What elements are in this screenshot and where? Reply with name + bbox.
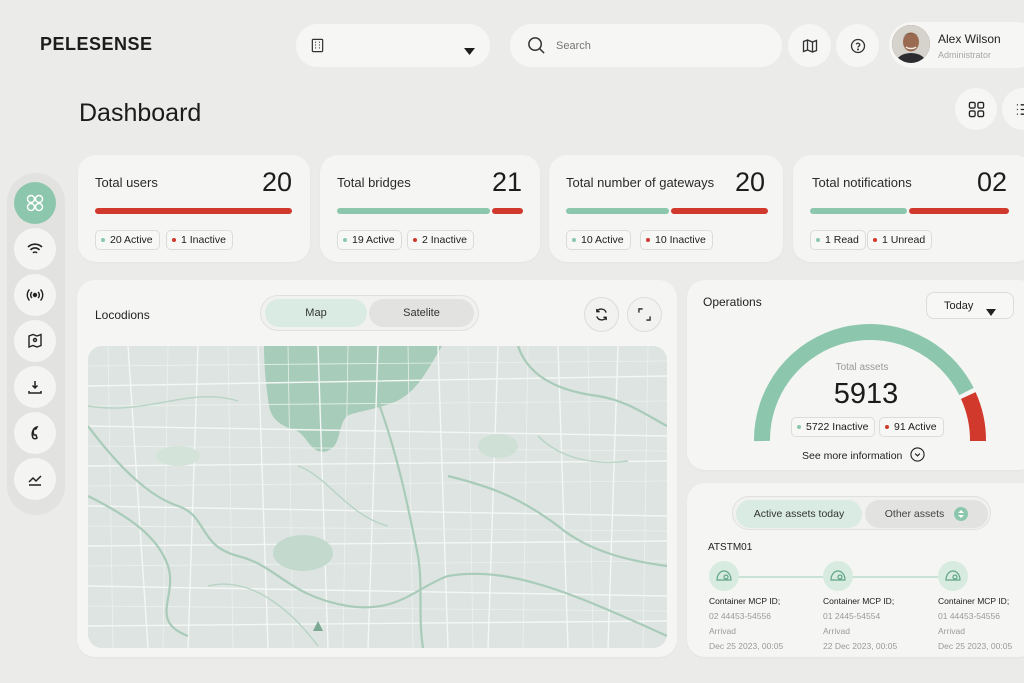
stat-value: 20 xyxy=(734,167,765,197)
progress-inactive xyxy=(671,208,768,214)
inactive-assets-badge: 5722 Inactive xyxy=(791,417,876,437)
stat-title: Total notifications xyxy=(812,175,912,190)
sidebar-item-dashboard[interactable] xyxy=(14,182,56,224)
chevron-down-icon xyxy=(464,42,475,60)
period-value: Today xyxy=(944,300,974,312)
inactive-badge: 10 Inactive xyxy=(640,230,713,250)
app-logo: PELESENSE xyxy=(40,34,153,54)
tab-active-assets[interactable]: Active assets today xyxy=(736,500,862,528)
grid-view-icon xyxy=(968,101,984,117)
inactive-badge: 1 Inactive xyxy=(166,230,233,250)
help-icon xyxy=(850,38,865,53)
locations-title: Locodions xyxy=(95,308,150,322)
user-name: Alex Wilson xyxy=(938,32,1001,46)
wifi-icon xyxy=(27,243,43,254)
tab-satellite[interactable]: Satelite xyxy=(369,299,474,327)
active-badge: 10 Active xyxy=(566,230,631,250)
tab-map[interactable]: Map xyxy=(265,299,367,327)
stat-value: 02 xyxy=(976,167,1007,197)
sidebar-item-phone[interactable] xyxy=(14,412,56,454)
progress-active xyxy=(810,208,907,214)
expand-icon xyxy=(638,308,651,321)
asset-id: ATSTM01 xyxy=(708,542,753,553)
list-view-button[interactable] xyxy=(1002,88,1024,130)
stat-value: 21 xyxy=(491,167,522,197)
inactive-badge: 2 Inactive xyxy=(407,230,474,250)
timeline-node-1[interactable] xyxy=(709,561,739,591)
read-badge: 1 Read xyxy=(810,230,866,250)
download-icon xyxy=(28,381,42,394)
progress-inactive xyxy=(909,208,1009,214)
sidebar-item-wifi[interactable] xyxy=(14,228,56,270)
map-area[interactable] xyxy=(88,346,667,648)
sidebar xyxy=(7,173,65,515)
timeline-item-1: Container MCP ID; 02 44453-54556 Arrivad… xyxy=(709,596,784,651)
user-role: Administrator xyxy=(938,50,992,60)
assets-tabs: Active assets today Other assets xyxy=(732,496,991,530)
search-icon xyxy=(527,36,546,60)
active-assets-badge: 91 Active xyxy=(879,417,944,437)
active-badge: 20 Active xyxy=(95,230,160,250)
timeline-item-3: Container MCP ID; 01 44453-54556 Arrivad… xyxy=(938,596,1013,651)
fullscreen-button[interactable] xyxy=(627,297,662,332)
stat-card-bridges: Total bridges 21 19 Active 2 Inactive xyxy=(320,155,540,262)
list-view-icon xyxy=(1016,103,1024,115)
map-view-toggle: Map Satelite xyxy=(260,295,479,331)
grid-view-button[interactable] xyxy=(955,88,997,130)
stat-title: Total number of gateways xyxy=(566,175,715,190)
progress-active xyxy=(566,208,669,214)
sidebar-item-analytics[interactable] xyxy=(14,458,56,500)
progress-inactive xyxy=(492,208,523,214)
map-icon xyxy=(802,38,817,53)
stat-value: 20 xyxy=(261,167,292,197)
stat-title: Total bridges xyxy=(337,175,411,190)
stat-title: Total users xyxy=(95,175,158,190)
search-bar[interactable] xyxy=(510,24,782,67)
container-icon xyxy=(830,570,846,581)
operations-title: Operations xyxy=(703,295,762,309)
sidebar-item-map[interactable] xyxy=(14,320,56,362)
chevron-circle-icon xyxy=(910,447,926,465)
total-assets-value: 5913 xyxy=(833,378,899,410)
stat-card-notifications: Total notifications 02 1 Read 1 Unread xyxy=(793,155,1024,262)
page-title: Dashboard xyxy=(79,99,202,127)
sidebar-item-download[interactable] xyxy=(14,366,56,408)
gauge-label: Total assets xyxy=(835,362,889,373)
container-icon xyxy=(945,570,961,581)
chart-icon xyxy=(28,475,42,486)
timeline-item-2: Container MCP ID; 01 2445-54554 Arrivad … xyxy=(823,596,898,651)
signal-icon xyxy=(26,289,44,301)
map-button[interactable] xyxy=(788,24,831,67)
building-icon xyxy=(310,38,325,58)
search-input[interactable] xyxy=(556,36,766,56)
sidebar-item-signal[interactable] xyxy=(14,274,56,316)
tab-other-assets[interactable]: Other assets xyxy=(865,500,988,528)
locations-card: Locodions Map Satelite xyxy=(77,280,677,657)
refresh-icon xyxy=(596,308,607,321)
avatar xyxy=(892,25,930,63)
progress-active xyxy=(337,208,490,214)
user-profile[interactable]: Alex Wilson Administrator xyxy=(889,22,1024,68)
phone-icon xyxy=(31,425,39,440)
sort-icon xyxy=(954,507,969,521)
map-pin-icon xyxy=(28,333,42,349)
timeline-node-2[interactable] xyxy=(823,561,853,591)
unread-badge: 1 Unread xyxy=(867,230,933,250)
building-selector[interactable] xyxy=(296,24,490,67)
period-dropdown[interactable]: Today xyxy=(926,292,1014,319)
grid-icon xyxy=(26,194,44,212)
active-badge: 19 Active xyxy=(337,230,402,250)
timeline-node-3[interactable] xyxy=(938,561,968,591)
refresh-button[interactable] xyxy=(584,297,619,332)
help-button[interactable] xyxy=(836,24,879,67)
progress-inactive xyxy=(95,208,292,214)
see-more-link[interactable]: See more information xyxy=(802,447,926,465)
stat-card-gateways: Total number of gateways 20 10 Active 10… xyxy=(549,155,783,262)
container-icon xyxy=(716,570,732,581)
stat-card-users: Total users 20 20 Active 1 Inactive xyxy=(78,155,310,262)
operations-card: Operations Today Total assets 5913 5722 … xyxy=(687,280,1024,470)
